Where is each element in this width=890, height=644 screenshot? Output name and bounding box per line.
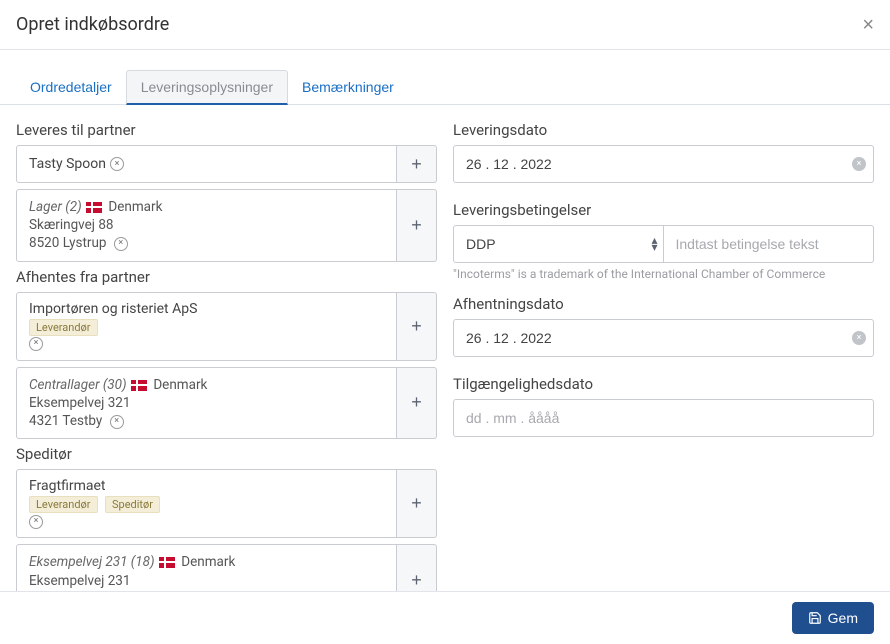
pickup-from-addr-remove-icon[interactable]: × [110, 415, 124, 429]
carrier-label: Speditør [16, 445, 437, 463]
pickup-from-add-button[interactable]: + [397, 292, 437, 361]
denmark-flag-icon [86, 202, 102, 213]
availability-date-input[interactable] [453, 399, 874, 437]
tab-delivery-info[interactable]: Leveringsoplysninger [126, 70, 288, 105]
deliver-to-country: Denmark [108, 199, 162, 215]
carrier-tag-supplier: Leverandør [29, 496, 98, 513]
carrier-add-button[interactable]: + [397, 469, 437, 538]
deliver-to-add-button[interactable]: + [397, 145, 437, 183]
delivery-terms-row: DDP ▴▾ [453, 225, 874, 263]
modal-footer: Gem [0, 591, 890, 644]
availability-date-wrap [453, 399, 874, 437]
deliver-to-label: Leveres til partner [16, 121, 437, 139]
save-button-label: Gem [828, 610, 858, 626]
pickup-from-label: Afhentes fra partner [16, 268, 437, 286]
carrier-tag-carrier: Speditør [105, 496, 160, 513]
carrier-partner-box[interactable]: Fragtfirmaet Leverandør Speditør × [16, 469, 397, 538]
delivery-terms-text-input[interactable] [664, 225, 875, 263]
deliver-to-remove-icon[interactable]: × [110, 157, 124, 171]
deliver-to-addr-add-button[interactable]: + [397, 189, 437, 262]
pickup-date-input[interactable] [453, 319, 874, 357]
delivery-date-clear-icon[interactable]: × [852, 157, 866, 171]
right-column: Leveringsdato × Leveringsbetingelser DDP… [453, 115, 874, 623]
pickup-from-partner-box[interactable]: Importøren og risteriet ApS Leverandør × [16, 292, 397, 361]
pickup-from-partner-row: Importøren og risteriet ApS Leverandør ×… [16, 292, 437, 361]
tabs: Ordredetaljer Leveringsoplysninger Bemær… [0, 70, 890, 105]
pickup-from-address-row: Centrallager (30) Denmark Eksempelvej 32… [16, 367, 437, 440]
pickup-from-addr2: 4321 Testby [29, 413, 102, 429]
delivery-terms-label: Leveringsbetingelser [453, 201, 874, 219]
pickup-from-location: Centrallager (30) [29, 377, 127, 393]
deliver-to-address-box[interactable]: Lager (2) Denmark Skæringvej 88 8520 Lys… [16, 189, 397, 262]
delivery-date-label: Leveringsdato [453, 121, 874, 139]
carrier-remove-icon[interactable]: × [29, 515, 43, 529]
deliver-to-partner-row: Tasty Spoon × + [16, 145, 437, 183]
deliver-to-addr-remove-icon[interactable]: × [114, 237, 128, 251]
close-button[interactable]: × [862, 15, 874, 35]
delivery-date-wrap: × [453, 145, 874, 183]
delivery-terms-select-wrap: DDP ▴▾ [453, 225, 664, 263]
pickup-from-country: Denmark [153, 377, 207, 393]
denmark-flag-icon [131, 380, 147, 391]
pickup-from-address-box[interactable]: Centrallager (30) Denmark Eksempelvej 32… [16, 367, 397, 440]
delivery-terms-helper: "Incoterms" is a trademark of the Intern… [453, 267, 874, 281]
pickup-from-tag-supplier: Leverandør [29, 319, 98, 336]
carrier-addr1: Eksempelvej 231 [29, 572, 384, 590]
pickup-from-addr-add-button[interactable]: + [397, 367, 437, 440]
pickup-date-wrap: × [453, 319, 874, 357]
left-column: Leveres til partner Tasty Spoon × + Lage… [16, 115, 437, 623]
pickup-from-addr1: Eksempelvej 321 [29, 394, 384, 412]
pickup-date-clear-icon[interactable]: × [852, 331, 866, 345]
carrier-location: Eksempelvej 231 (18) [29, 554, 155, 570]
save-icon [808, 611, 822, 625]
deliver-to-location: Lager (2) [29, 199, 82, 215]
deliver-to-name: Tasty Spoon [29, 156, 106, 172]
delivery-date-input[interactable] [453, 145, 874, 183]
modal-header: Opret indkøbsordre × [0, 0, 890, 50]
denmark-flag-icon [159, 557, 175, 568]
deliver-to-address-row: Lager (2) Denmark Skæringvej 88 8520 Lys… [16, 189, 437, 262]
deliver-to-addr1: Skæringvej 88 [29, 216, 384, 234]
availability-date-label: Tilgængelighedsdato [453, 375, 874, 393]
deliver-to-addr2: 8520 Lystrup [29, 235, 106, 251]
pickup-date-label: Afhentningsdato [453, 295, 874, 313]
tab-remarks[interactable]: Bemærkninger [288, 70, 408, 104]
modal-title: Opret indkøbsordre [16, 14, 169, 35]
save-button[interactable]: Gem [792, 602, 874, 634]
carrier-country: Denmark [181, 554, 235, 570]
pickup-from-remove-icon[interactable]: × [29, 337, 43, 351]
carrier-partner-row: Fragtfirmaet Leverandør Speditør × + [16, 469, 437, 538]
tab-order-details[interactable]: Ordredetaljer [16, 70, 126, 104]
content: Leveres til partner Tasty Spoon × + Lage… [0, 105, 890, 639]
delivery-terms-select[interactable]: DDP [453, 225, 664, 263]
carrier-name: Fragtfirmaet [29, 478, 384, 494]
deliver-to-partner-box[interactable]: Tasty Spoon × [16, 145, 397, 183]
pickup-from-name: Importøren og risteriet ApS [29, 301, 384, 317]
